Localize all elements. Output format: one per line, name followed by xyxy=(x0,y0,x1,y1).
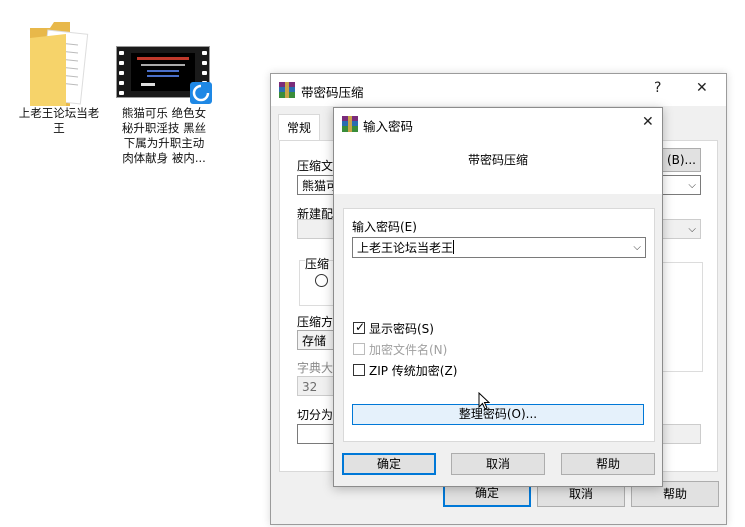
chevron-down-icon: ⌵ xyxy=(688,180,696,191)
close-icon[interactable]: ✕ xyxy=(642,114,654,130)
password-dialog: 输入密码 ✕ 带密码压缩 输入密码(E) 上老王论坛当老王 ⌵ ✓ 显示密码(S… xyxy=(333,107,663,487)
tab-general[interactable]: 常规 xyxy=(278,114,321,140)
winrar-icon xyxy=(279,82,295,98)
video-label-line-2: 秘升职淫技 黑丝 xyxy=(121,121,207,135)
archive-dialog-title: 带密码压缩 xyxy=(301,85,364,100)
chevron-down-icon: ⌵ xyxy=(688,224,696,235)
video-label-line-3: 下属为升职主动 xyxy=(123,136,205,150)
folder-icon xyxy=(30,22,89,106)
archive-cancel-label: 取消 xyxy=(568,487,593,501)
zip-legacy-label[interactable]: ZIP 传统加密(Z) xyxy=(369,362,457,379)
folder-label-line-1: 上老王论坛当老 xyxy=(18,106,100,120)
help-icon[interactable]: ? xyxy=(654,80,661,96)
text-caret xyxy=(453,240,455,254)
password-dialog-titlebar[interactable]: 输入密码 ✕ xyxy=(334,108,662,139)
password-combo[interactable]: 上老王论坛当老王 ⌵ xyxy=(352,237,646,258)
password-label: 输入密码(E) xyxy=(352,220,417,234)
video-file-label: 熊猫可乐 绝色女 秘升职淫技 黑丝 下属为升职主动 肉体献身 被内... xyxy=(112,106,216,166)
media-player-badge-icon xyxy=(190,82,212,104)
password-ok-label: 确定 xyxy=(376,457,401,471)
encrypt-filenames-checkbox xyxy=(353,343,365,355)
zip-legacy-checkbox[interactable] xyxy=(353,364,365,376)
password-help-label: 帮助 xyxy=(595,457,620,471)
password-dialog-header: 带密码压缩 xyxy=(468,153,529,167)
archive-help-label: 帮助 xyxy=(662,487,687,501)
dict-size-label: 字典大 xyxy=(297,361,334,375)
encrypt-filenames-label: 加密文件名(N) xyxy=(369,343,448,357)
folder-label: 上老王论坛当老 王 xyxy=(12,106,106,136)
password-help-button[interactable]: 帮助 xyxy=(561,453,655,475)
winrar-icon xyxy=(342,116,358,132)
password-value: 上老王论坛当老王 xyxy=(357,241,454,255)
password-cancel-label: 取消 xyxy=(485,457,510,471)
archive-dialog-titlebar[interactable]: 带密码压缩 ? ✕ xyxy=(271,74,726,106)
compress-group-label: 压缩 xyxy=(305,255,330,272)
close-icon[interactable]: ✕ xyxy=(696,80,708,96)
mouse-cursor-icon xyxy=(478,392,490,410)
compress-method-label: 压缩方 xyxy=(297,315,334,329)
radio-button[interactable] xyxy=(315,274,328,287)
password-cancel-button[interactable]: 取消 xyxy=(451,453,545,475)
folder-label-line-2: 王 xyxy=(53,121,65,135)
password-dialog-title: 输入密码 xyxy=(363,119,414,134)
archive-ok-label: 确定 xyxy=(474,486,499,500)
checkmark-icon: ✓ xyxy=(355,320,366,334)
video-label-line-1: 熊猫可乐 绝色女 xyxy=(121,106,207,120)
organize-passwords-label: 整理密码(O)... xyxy=(458,407,538,421)
compress-method-value: 存储 xyxy=(302,334,327,348)
archive-name-label: 压缩文 xyxy=(297,159,334,173)
show-password-label[interactable]: 显示密码(S) xyxy=(369,320,434,337)
password-dialog-header-area: 带密码压缩 xyxy=(334,139,662,194)
split-volume-label: 切分为 xyxy=(297,408,334,422)
video-label-line-4: 肉体献身 被内... xyxy=(122,151,206,165)
dict-size-value: 32 xyxy=(302,380,318,394)
browse-button-label: (B)... xyxy=(666,153,696,167)
show-password-checkbox[interactable]: ✓ xyxy=(353,320,366,334)
organize-passwords-button[interactable]: 整理密码(O)... xyxy=(352,404,644,425)
password-ok-button[interactable]: 确定 xyxy=(342,453,436,475)
chevron-down-icon[interactable]: ⌵ xyxy=(633,238,641,257)
